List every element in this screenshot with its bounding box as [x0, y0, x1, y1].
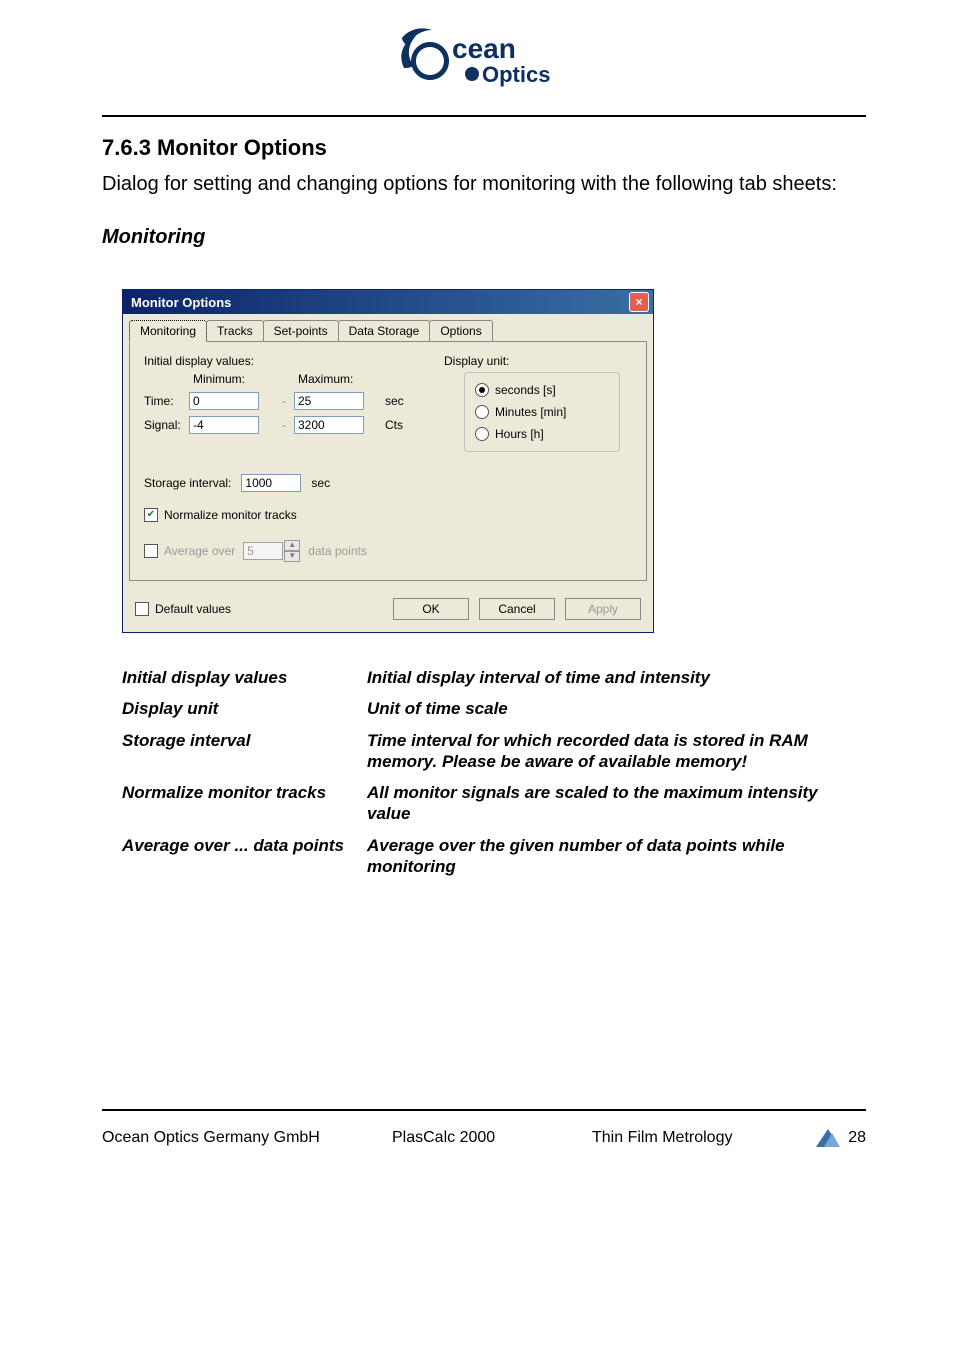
radio-seconds[interactable]: seconds [s] — [475, 383, 605, 397]
desc-key: Average over ... data points — [122, 833, 367, 880]
time-row-label: Time: — [144, 394, 189, 408]
spinner-up-icon[interactable]: ▲ — [284, 540, 300, 551]
tab-setpoints[interactable]: Set-points — [263, 320, 339, 342]
minimum-header: Minimum: — [189, 372, 274, 386]
average-over-value — [243, 542, 283, 560]
checkbox-icon — [135, 602, 149, 616]
range-dash: - — [274, 418, 294, 432]
apply-button[interactable]: Apply — [565, 598, 641, 620]
section-subhead: Monitoring — [102, 226, 866, 249]
display-unit-group: seconds [s] Minutes [min] Hours [h] — [464, 372, 620, 452]
storage-interval-unit: sec — [311, 476, 330, 490]
tab-options[interactable]: Options — [429, 320, 492, 342]
spinner-down-icon[interactable]: ▼ — [284, 551, 300, 562]
desc-key: Initial display values — [122, 665, 367, 690]
average-over-label: Average over — [164, 544, 235, 558]
desc-key: Display unit — [122, 696, 367, 721]
radio-minutes-label: Minutes [min] — [495, 405, 566, 419]
signal-row-label: Signal: — [144, 418, 189, 432]
tab-body: Initial display values: Minimum: Maximum… — [129, 341, 647, 581]
storage-interval-label: Storage interval: — [144, 476, 231, 490]
desc-value: Initial display interval of time and int… — [367, 665, 866, 690]
footer-right: Thin Film Metrology — [592, 1129, 814, 1147]
radio-hours-label: Hours [h] — [495, 427, 544, 441]
description-table: Initial display values Initial display i… — [122, 665, 866, 879]
header-rule — [102, 115, 866, 117]
close-button[interactable]: × — [629, 292, 649, 312]
brand-top-text: cean — [452, 33, 516, 64]
desc-value: Average over the given number of data po… — [367, 833, 866, 880]
page-footer: Ocean Optics Germany GmbH PlasCalc 2000 … — [102, 1121, 866, 1165]
desc-value: All monitor signals are scaled to the ma… — [367, 780, 866, 827]
footer-rule — [102, 1109, 866, 1111]
average-over-checkbox[interactable]: Average over — [144, 544, 235, 558]
dialog-title: Monitor Options — [131, 295, 231, 310]
dialog-button-bar: Default values OK Cancel Apply — [123, 588, 653, 632]
tab-data-storage[interactable]: Data Storage — [338, 320, 431, 342]
brand-bottom-text: Optics — [482, 62, 550, 87]
signal-unit-label: Cts — [379, 418, 419, 432]
ok-button[interactable]: OK — [393, 598, 469, 620]
normalize-label: Normalize monitor tracks — [164, 508, 297, 522]
average-over-spinner[interactable]: ▲ ▼ — [243, 540, 300, 562]
tab-monitoring[interactable]: Monitoring — [129, 320, 207, 342]
range-dash: - — [274, 394, 294, 408]
checkbox-icon — [144, 508, 158, 522]
desc-value: Time interval for which recorded data is… — [367, 728, 866, 775]
section-heading: 7.6.3 Monitor Options — [102, 135, 866, 161]
signal-min-input[interactable] — [189, 416, 259, 434]
cancel-button[interactable]: Cancel — [479, 598, 555, 620]
average-over-suffix: data points — [308, 544, 367, 558]
footer-center: PlasCalc 2000 — [392, 1129, 592, 1147]
desc-key: Normalize monitor tracks — [122, 780, 367, 827]
maximum-header: Maximum: — [294, 372, 379, 386]
default-values-checkbox[interactable]: Default values — [135, 602, 231, 616]
tab-strip: Monitoring Tracks Set-points Data Storag… — [123, 314, 653, 342]
radio-minutes[interactable]: Minutes [min] — [475, 405, 605, 419]
storage-interval-input[interactable] — [241, 474, 301, 492]
display-unit-label: Display unit: — [444, 354, 632, 368]
radio-dot-icon — [475, 383, 489, 397]
time-unit-label: sec — [379, 394, 419, 408]
desc-key: Storage interval — [122, 728, 367, 775]
footer-logo-icon — [814, 1127, 842, 1149]
desc-value: Unit of time scale — [367, 696, 866, 721]
page-number: 28 — [842, 1129, 866, 1147]
radio-seconds-label: seconds [s] — [495, 383, 556, 397]
time-max-input[interactable] — [294, 392, 364, 410]
footer-left: Ocean Optics Germany GmbH — [102, 1129, 392, 1147]
radio-hours[interactable]: Hours [h] — [475, 427, 605, 441]
signal-max-input[interactable] — [294, 416, 364, 434]
checkbox-icon — [144, 544, 158, 558]
section-intro: Dialog for setting and changing options … — [102, 173, 866, 196]
monitor-options-dialog: Monitor Options × Monitoring Tracks Set-… — [122, 289, 654, 633]
time-min-input[interactable] — [189, 392, 259, 410]
radio-dot-icon — [475, 405, 489, 419]
brand-logo: cean Optics — [102, 20, 866, 115]
normalize-checkbox[interactable]: Normalize monitor tracks — [144, 508, 632, 522]
tab-tracks[interactable]: Tracks — [206, 320, 264, 342]
default-values-label: Default values — [155, 602, 231, 616]
initial-display-values-label: Initial display values: — [144, 354, 444, 368]
radio-dot-icon — [475, 427, 489, 441]
dialog-titlebar: Monitor Options × — [123, 290, 653, 314]
